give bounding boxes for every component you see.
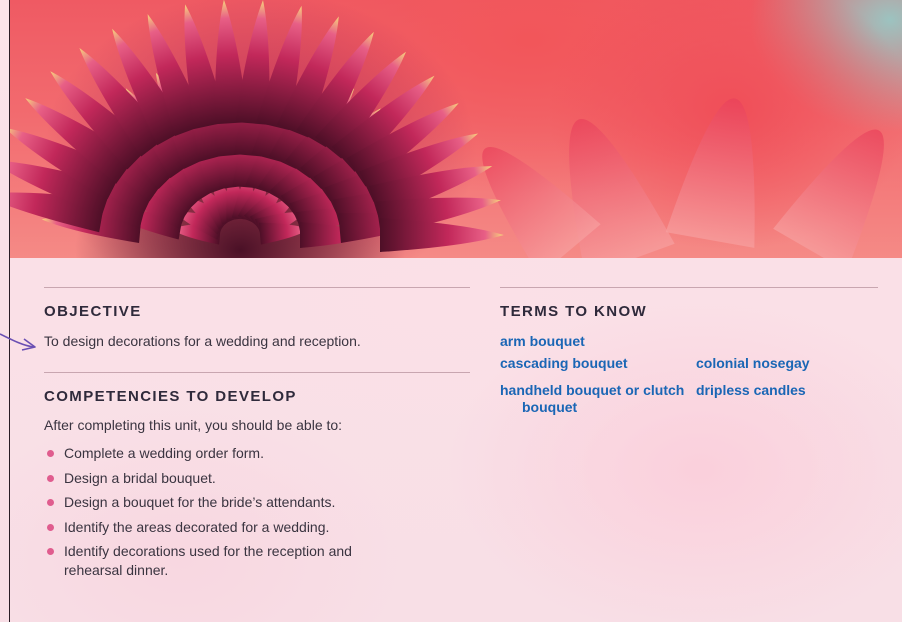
- competencies-intro: After completing this unit, you should b…: [44, 417, 343, 433]
- competencies-heading: COMPETENCIES TO DEVELOP: [44, 388, 297, 405]
- bullet-dot-icon: [47, 548, 54, 556]
- bullet-dot-icon: [47, 499, 54, 507]
- list-item: Identify decorations used for the recept…: [44, 542, 369, 580]
- term-colonial-nosegay: colonial nosegay: [696, 355, 810, 371]
- bullet-dot-icon: [47, 450, 54, 457]
- bullet-dot-icon: [47, 523, 54, 531]
- term-dripless-candles: dripless candles: [696, 382, 806, 398]
- objective-top-rule: [44, 287, 470, 288]
- list-item: Design a bouquet for the bride’s attenda…: [44, 493, 404, 512]
- pointer-arrow-icon: [0, 333, 36, 351]
- bullet-dot-icon: [47, 474, 54, 482]
- term-arm-bouquet: arm bouquet: [500, 333, 585, 349]
- list-item: Identify the areas decorated for a weddi…: [44, 518, 404, 537]
- list-item: Complete a wedding order form.: [44, 444, 404, 463]
- competencies-list: Complete a wedding order form. Design a …: [44, 444, 404, 586]
- list-item: Design a bridal bouquet.: [44, 469, 404, 488]
- page: OBJECTIVE To design decorations for a we…: [0, 0, 902, 622]
- hero-flower-image: [10, 0, 902, 258]
- objective-heading: OBJECTIVE: [44, 303, 142, 320]
- objective-text: To design decorations for a wedding and …: [44, 333, 361, 349]
- term-cascading-bouquet: cascading bouquet: [500, 355, 628, 371]
- flower-photo-icon: [10, 0, 884, 258]
- competencies-top-rule: [44, 372, 470, 373]
- terms-heading: TERMS TO KNOW: [500, 303, 648, 320]
- terms-top-rule: [500, 287, 878, 288]
